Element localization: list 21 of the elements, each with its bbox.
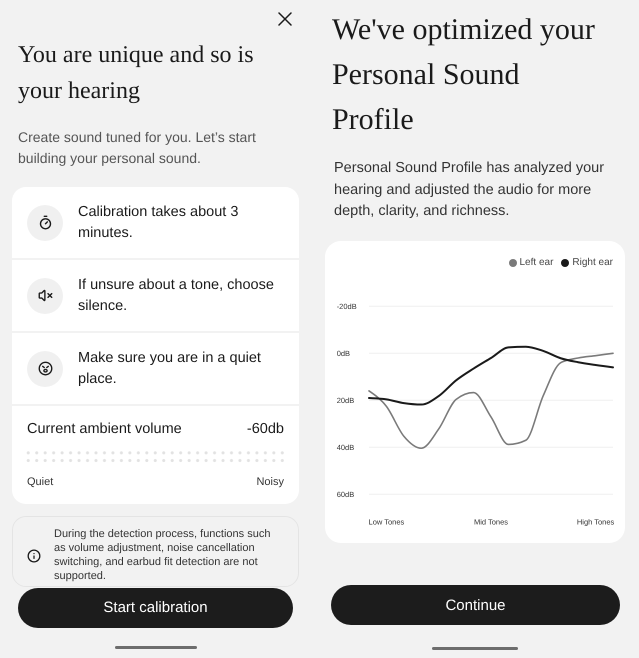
meter-max-label: Noisy <box>256 474 284 489</box>
description-text: Personal Sound Profile has analyzed your hearing and adjusted the audio for more depth, clarity, and richness. <box>334 159 606 221</box>
muted-speaker-icon <box>27 278 63 314</box>
legend-label: Right ear <box>572 256 613 270</box>
tip-text: Calibration takes about 3 minutes. <box>78 203 240 242</box>
face-icon <box>27 350 63 386</box>
page-title: We've optimized your Personal Sound Profile <box>332 12 596 138</box>
meter-min-label: Quiet <box>27 474 54 489</box>
legend-label: Left ear <box>520 256 554 270</box>
info-icon <box>27 548 41 563</box>
start-button[interactable]: Start calibration <box>18 588 293 628</box>
ambient-volume-label: Current ambient volume <box>27 420 182 439</box>
notice-text: During the detection process, functions such as volume adjustment, noise cancellation switching, and earbud fit detection are not supported. <box>54 528 272 584</box>
stopwatch-icon <box>27 204 63 240</box>
intro-text: Create sound tuned for you. Let’s start building your personal sound. <box>18 128 257 168</box>
continue-button[interactable]: Continue <box>331 585 620 625</box>
page-title: You are unique and so is your hearing <box>18 41 255 106</box>
ambient-volume-reading: -60db <box>246 420 284 439</box>
close-icon[interactable] <box>278 12 292 26</box>
tip-text: Make sure you are in a quiet place. <box>78 349 262 388</box>
tip-text: If unsure about a tone, choose silence. <box>78 276 275 316</box>
